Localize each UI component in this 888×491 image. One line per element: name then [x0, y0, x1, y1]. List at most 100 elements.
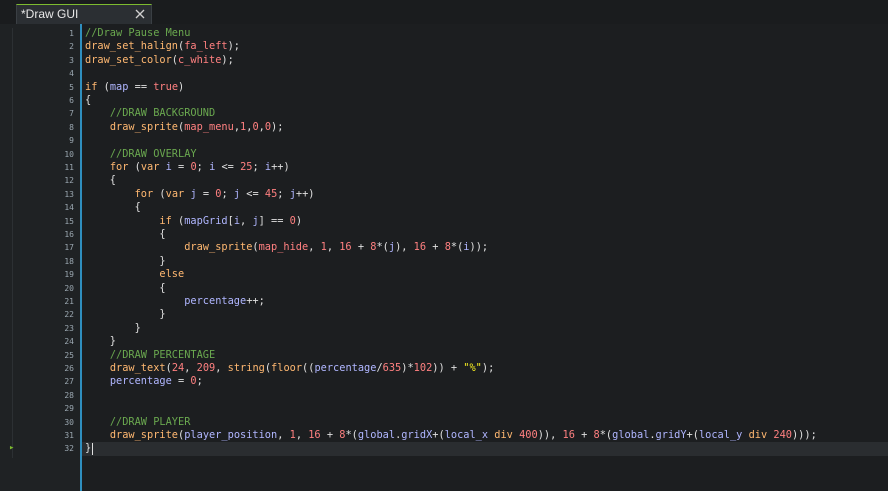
code-token: ;: [252, 161, 265, 173]
line-number: 1: [69, 29, 74, 38]
code-line: else: [85, 268, 184, 281]
code-token: ++): [295, 187, 315, 200]
code-line: {: [85, 174, 116, 187]
code-token: div: [494, 429, 513, 441]
line-number: 20: [64, 283, 74, 293]
code-line: draw_sprite(map_menu,1,0,0);: [85, 120, 284, 134]
code-token: true: [153, 80, 179, 93]
code-token: *(: [599, 429, 613, 441]
code-line: draw_set_halign(fa_left);: [85, 40, 240, 53]
code-line: {: [85, 201, 141, 214]
code-token: )),: [537, 429, 563, 441]
code-token: 16: [562, 429, 575, 441]
code-line: if (mapGrid[i, j] == 0): [85, 215, 302, 228]
code-token: <=: [215, 161, 241, 173]
line-number: 28: [64, 390, 74, 400]
line-number: 14: [64, 203, 74, 213]
code-token: *(: [450, 241, 464, 254]
line-number: 31: [64, 431, 74, 440]
code-token: 209: [196, 362, 216, 374]
code-token: +(: [432, 429, 445, 441]
code-token: map_menu: [184, 120, 234, 133]
code-line: //DRAW BACKGROUND: [85, 107, 215, 120]
code-token: 400: [519, 429, 538, 441]
code-line: }: [85, 322, 141, 335]
line-number: 22: [64, 310, 74, 320]
code-token: global: [357, 429, 396, 441]
code-line: //DRAW OVERLAY: [85, 148, 197, 161]
tab-draw-gui[interactable]: *Draw GUI: [16, 4, 152, 24]
line-number: 4: [69, 69, 74, 79]
code-token: {: [85, 94, 92, 106]
line-number: 6: [69, 96, 74, 105]
code-token: ;: [277, 187, 290, 200]
code-token: ++): [271, 161, 290, 173]
code-line: draw_sprite(map_hide, 1, 16 + 8*(j), 16 …: [85, 241, 488, 254]
code-token: ;: [221, 187, 234, 200]
code-token: player_position: [184, 429, 278, 441]
line-number: 30: [64, 417, 74, 427]
code-line: if (map == true): [85, 81, 184, 94]
line-number: 29: [64, 404, 74, 414]
code-token: //DRAW PLAYER: [109, 415, 191, 428]
line-number: 5: [69, 82, 74, 92]
code-token: }: [85, 254, 166, 267]
close-icon[interactable]: [134, 8, 146, 20]
code-token: (: [153, 187, 166, 200]
code-token: }: [85, 321, 141, 334]
code-line: draw_set_color(c_white);: [85, 54, 234, 67]
code-editor[interactable]: //Draw Pause Menu draw_set_halign(fa_left…: [0, 24, 888, 491]
code-token: string: [227, 362, 265, 374]
code-token: }: [85, 335, 116, 348]
code-token: ,: [295, 429, 309, 441]
code-token: );: [481, 362, 495, 374]
code-token: draw_sprite: [109, 120, 179, 133]
code-line: for (var j = 0; j <= 45; j++): [85, 188, 315, 201]
line-number: 24: [64, 337, 74, 347]
code-token: }: [85, 442, 92, 455]
code-token: ,: [215, 362, 228, 374]
line-number: 15: [64, 216, 74, 226]
line-number: 12: [64, 176, 74, 186]
code-text-area[interactable]: //Draw Pause Menu draw_set_halign(fa_left…: [85, 24, 888, 491]
code-token: //DRAW OVERLAY: [109, 147, 197, 160]
line-number: 8: [69, 122, 74, 132]
code-token: +: [426, 241, 445, 254]
code-token: +: [351, 241, 371, 254]
code-token: {: [85, 174, 116, 187]
code-token: 45: [264, 187, 278, 200]
code-token: global: [612, 429, 650, 441]
code-token: =: [171, 375, 191, 388]
code-token: ++;: [246, 295, 265, 307]
code-token: "%": [463, 362, 482, 374]
code-token: draw_set_color: [85, 53, 172, 66]
gutter-divider: [80, 24, 82, 491]
code-token: 25: [240, 161, 253, 173]
code-line: }: [85, 254, 166, 268]
code-token: percentage: [184, 295, 247, 307]
code-token: ): [178, 80, 185, 93]
code-token: draw_set_halign: [85, 40, 178, 53]
code-token: {: [85, 201, 141, 214]
line-number: 10: [64, 149, 74, 159]
line-number: 13: [64, 189, 74, 199]
code-token: percentage: [314, 362, 377, 374]
code-line: for (var i = 0; i <= 25; i++): [85, 161, 290, 174]
code-token: gridY: [655, 429, 687, 441]
code-line: {: [85, 282, 165, 295]
code-line: {: [85, 94, 91, 107]
code-token: )) +: [432, 362, 464, 374]
code-token: c_white: [178, 53, 222, 66]
line-number: 9: [69, 136, 74, 146]
code-token: ] ==: [258, 214, 290, 227]
code-token: ;: [196, 161, 210, 173]
code-token: else: [159, 268, 185, 281]
code-token: 16: [308, 429, 321, 441]
